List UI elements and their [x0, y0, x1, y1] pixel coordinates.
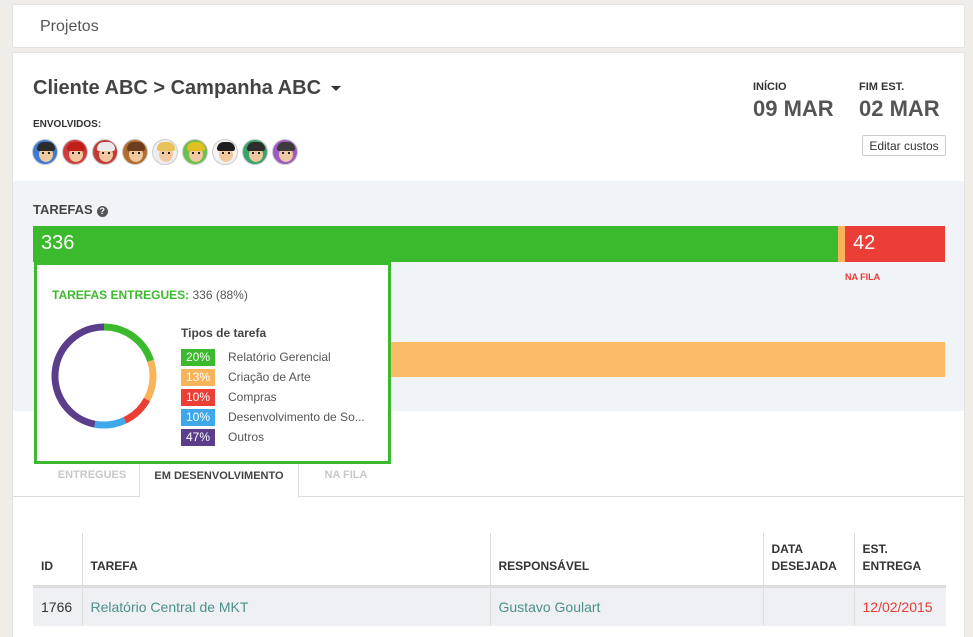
cell-eta: 12/02/2015: [853, 586, 946, 626]
legend-percent: 20%: [181, 348, 215, 366]
project-title: Cliente ABC > Campanha ABC: [33, 77, 322, 99]
delivered-segment[interactable]: 336: [33, 226, 838, 262]
task-tabs: ENTREGUES EM DESENVOLVIMENTO NA FILA: [13, 461, 964, 498]
legend-percent: 47%: [181, 428, 215, 446]
column-header-task[interactable]: TAREFA: [81, 533, 490, 588]
in-progress-segment[interactable]: [838, 226, 845, 262]
top-breadcrumb-bar: Projetos: [12, 4, 965, 48]
tasks-title-text: TAREFAS: [33, 202, 93, 217]
tab-in-development[interactable]: EM DESENVOLVIMENTO: [139, 461, 299, 498]
column-header-desired-date[interactable]: DATA DESEJADA: [762, 533, 854, 588]
help-icon[interactable]: ?: [96, 206, 108, 217]
avatar[interactable]: [212, 139, 238, 165]
end-date-value: 02 MAR: [859, 96, 940, 121]
delivered-count: 336: [41, 232, 75, 254]
popover-heading: TAREFAS ENTREGUES: 336 (88%): [52, 288, 248, 302]
tasks-title: TAREFAS?: [33, 202, 108, 217]
legend-name: Desenvolvimento de So...: [228, 410, 365, 424]
breadcrumb-projects[interactable]: Projetos: [40, 18, 99, 36]
tasks-table: ID TAREFA RESPONSÁVEL DATA DESEJADA EST.…: [33, 533, 946, 626]
donut-slice[interactable]: [123, 397, 151, 424]
in-progress-bar[interactable]: [368, 342, 945, 377]
avatar[interactable]: [182, 139, 208, 165]
avatar[interactable]: [242, 139, 268, 165]
table-row[interactable]: 1766 Relatório Central de MKT Gustavo Go…: [33, 586, 946, 626]
legend-name: Outros: [228, 430, 265, 444]
column-header-eta[interactable]: EST. ENTREGA: [853, 533, 946, 588]
task-link[interactable]: Relatório Central de MKT: [81, 586, 490, 626]
owner-link[interactable]: Gustavo Goulart: [489, 586, 763, 626]
avatar[interactable]: [272, 139, 298, 165]
tasks-progress-bar: 336 42: [33, 226, 945, 262]
legend-item: 10% Compras: [181, 387, 365, 407]
legend-item: 20% Relatório Gerencial: [181, 347, 365, 367]
end-date-label: FIM EST.: [859, 81, 905, 93]
cell-id: 1766: [33, 586, 82, 626]
legend-name: Criação de Arte: [228, 370, 311, 384]
popover-arrow: [53, 253, 73, 263]
end-date: FIM EST. 02 MAR: [859, 81, 940, 122]
queued-segment[interactable]: 42: [845, 226, 945, 262]
involved-label: ENVOLVIDOS:: [33, 119, 102, 130]
legend-title: Tipos de tarefa: [181, 326, 267, 340]
popover-heading-label: TAREFAS ENTREGUES:: [52, 288, 190, 302]
queued-label: NA FILA: [845, 272, 881, 282]
donut-slice[interactable]: [143, 359, 157, 402]
legend-item: 10% Desenvolvimento de So...: [181, 407, 365, 427]
donut-slice[interactable]: [94, 417, 127, 429]
legend-percent: 10%: [181, 388, 215, 406]
popover-heading-value: 336 (88%): [192, 288, 248, 302]
start-date: INÍCIO 09 MAR: [753, 81, 834, 122]
involved-avatars: [32, 139, 298, 165]
legend-percent: 13%: [181, 368, 215, 386]
project-title-dropdown[interactable]: Cliente ABC > Campanha ABC: [33, 77, 342, 100]
cell-desired-date: [762, 586, 854, 626]
task-type-legend: 20% Relatório Gerencial 13% Criação de Arte…: [181, 347, 365, 447]
legend-name: Relatório Gerencial: [228, 350, 331, 364]
caret-down-icon: [331, 86, 342, 92]
tab-queued[interactable]: NA FILA: [301, 461, 391, 497]
avatar[interactable]: [152, 139, 178, 165]
legend-percent: 10%: [181, 408, 215, 426]
column-header-owner[interactable]: RESPONSÁVEL: [489, 533, 763, 588]
legend-item: 47% Outros: [181, 427, 365, 447]
legend-name: Compras: [228, 390, 277, 404]
tab-delivered[interactable]: ENTREGUES: [37, 461, 147, 497]
avatar[interactable]: [32, 139, 58, 165]
avatar[interactable]: [62, 139, 88, 165]
queued-count: 42: [853, 232, 876, 254]
donut-slice[interactable]: [51, 323, 105, 428]
donut-slice[interactable]: [103, 323, 154, 363]
start-date-label: INÍCIO: [753, 81, 787, 93]
start-date-value: 09 MAR: [753, 96, 834, 121]
table-header-row: ID TAREFA RESPONSÁVEL DATA DESEJADA EST.…: [33, 533, 946, 588]
delivered-tasks-popover: TAREFAS ENTREGUES: 336 (88%) Tipos de ta…: [34, 253, 391, 464]
avatar[interactable]: [92, 139, 118, 165]
column-header-id[interactable]: ID: [33, 533, 82, 588]
task-type-donut: [51, 323, 157, 429]
legend-item: 13% Criação de Arte: [181, 367, 365, 387]
avatar[interactable]: [122, 139, 148, 165]
edit-costs-button[interactable]: Editar custos: [862, 135, 946, 156]
